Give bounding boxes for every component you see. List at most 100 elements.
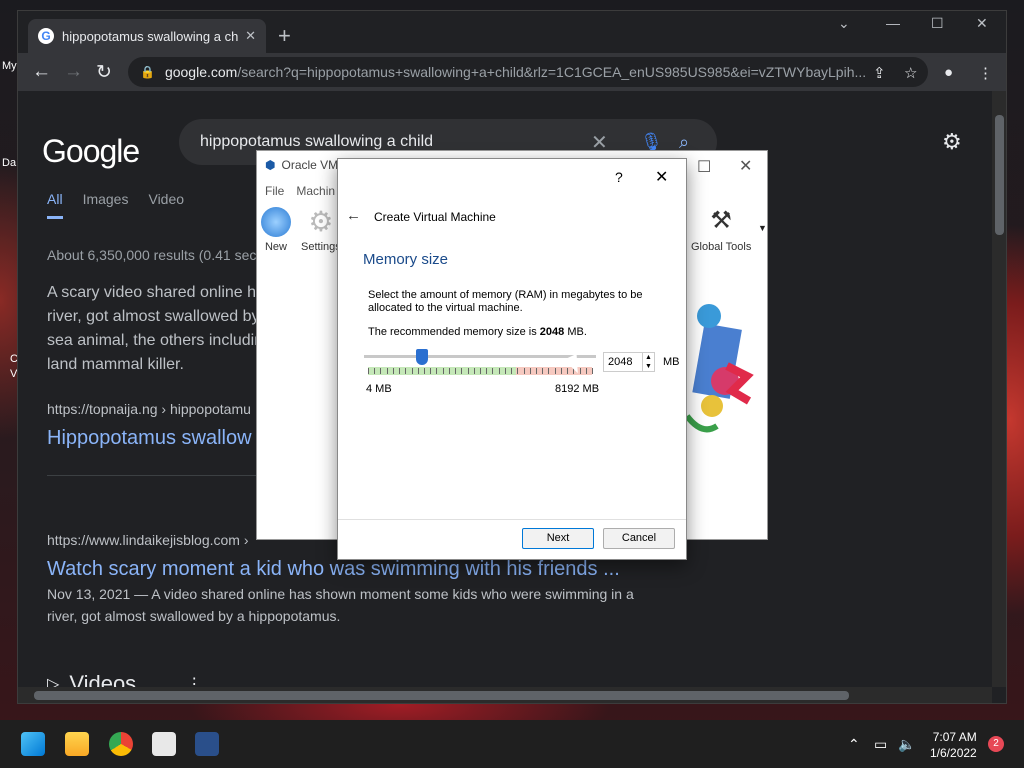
menu-file[interactable]: File [265,184,284,198]
desktop-icon-label[interactable]: My [2,60,17,72]
slider-tick [486,368,488,374]
close-tab-icon[interactable]: ✕ [245,28,256,44]
close-window-button[interactable]: ✕ [739,156,752,176]
slider-tick [554,368,556,374]
slider-tick [504,368,506,374]
settings-label: Settings [301,241,341,253]
new-tab-button[interactable]: + [278,23,291,49]
cancel-button[interactable]: Cancel [603,528,675,549]
global-tools-label: Global Tools [691,241,752,253]
vbox-menubar: File Machin [265,184,335,198]
slider-tick [417,368,419,374]
recommended-prefix: The recommended memory size is [368,326,537,338]
tab-videos[interactable]: Video [148,191,184,219]
slider-tick [386,368,388,374]
slider-tick [455,368,457,374]
spin-arrows[interactable]: ▲ ▼ [642,353,654,371]
chevron-up-icon[interactable]: ⌃ [848,736,860,753]
scrollbar-thumb[interactable] [34,691,849,700]
memory-slider[interactable] [364,355,596,358]
horizontal-scrollbar[interactable] [18,687,992,703]
address-bar[interactable]: 🔒 google.com /search?q=hippopotamus+swal… [128,57,928,87]
notification-badge[interactable]: 2 [988,736,1004,752]
url-path: /search?q=hippopotamus+swallowing+a+chil… [237,64,867,80]
share-icon[interactable]: ⇪ [873,64,886,82]
global-tools-button[interactable]: ⚒ Global Tools [691,205,751,253]
chrome-icon[interactable] [109,732,133,756]
search-tabs: All Images Video [47,191,184,219]
system-clock[interactable]: 7:07 AM 1/6/2022 [930,729,977,761]
chevron-down-icon[interactable]: ▼ [758,223,767,233]
slider-tick [473,368,475,374]
tab-all[interactable]: All [47,191,63,219]
help-button[interactable]: ? [615,169,623,185]
network-icon[interactable]: ▭ [874,736,887,753]
settings-gear-icon: ⚙ [308,206,334,237]
new-vm-icon [261,207,291,237]
tab-search-icon[interactable]: ⌄ [838,15,850,32]
recommended-value: 2048 [539,326,565,338]
slider-tick [442,368,444,374]
result-cite[interactable]: https://topnaija.ng › hippopotamu [47,401,251,417]
settings-gear-icon[interactable]: ⚙ [942,129,962,155]
menu-machine[interactable]: Machin [296,184,335,198]
result-title-link[interactable]: Hippopotamus swallow [47,427,252,450]
slider-tick [368,368,369,374]
tab-strip: G hippopotamus swallowing a chi ✕ + ⌄ — … [18,11,1006,53]
maximize-button[interactable]: ☐ [931,15,944,32]
back-icon[interactable]: ← [32,61,51,83]
slider-tick [492,368,494,374]
volume-icon[interactable]: 🔈 [898,736,915,753]
result-cite[interactable]: https://www.lindaikejisblog.com › [47,532,249,548]
search-query: hippopotamus swallowing a child [200,133,434,150]
slider-scale [368,367,593,375]
menu-kebab-icon[interactable]: ⋮ [978,64,993,82]
desktop-icon-label[interactable]: Da [2,157,16,169]
more-options-icon[interactable]: ⋮ [186,674,202,687]
clock-date: 1/6/2022 [930,746,977,760]
slider-tick [480,368,481,374]
slider-tick [411,368,413,374]
videos-section-heading: ▷ Videos ⋮ [47,671,202,687]
virtualbox-taskbar-icon[interactable] [195,732,219,756]
new-vm-button[interactable]: New [261,207,291,253]
vertical-scrollbar[interactable] [992,91,1006,687]
slider-tick [511,368,513,374]
close-window-button[interactable]: ✕ [976,15,988,32]
slider-tick [374,368,376,374]
slider-tick [436,368,438,374]
browser-tab[interactable]: G hippopotamus swallowing a chi ✕ [28,19,266,53]
minimize-button[interactable]: — [886,15,900,31]
memory-slider-thumb[interactable] [416,349,428,365]
memory-spinbox[interactable]: 2048 ▲ ▼ [603,352,655,372]
profile-icon[interactable]: ● [944,64,953,81]
reload-icon[interactable]: ↻ [96,61,112,84]
result-stats: About 6,350,000 results (0.41 sec [47,247,257,263]
slider-tick [585,368,587,374]
lock-icon[interactable]: 🔒 [140,65,155,79]
instruction-text: Select the amount of memory (RAM) in meg… [368,289,643,314]
result-title-link[interactable]: Watch scary moment a kid who was swimmin… [47,558,620,581]
video-icon: ▷ [47,676,60,687]
google-favicon-icon: G [38,28,54,44]
slider-tick [405,368,407,374]
slider-tick [592,368,593,374]
clock-time: 7:07 AM [932,730,977,744]
bookmark-star-icon[interactable]: ☆ [904,64,917,82]
file-explorer-icon[interactable] [65,732,89,756]
slider-tick [430,368,432,374]
start-windows-icon[interactable] [21,732,45,756]
google-logo[interactable]: Google [42,133,140,170]
scrollbar-thumb[interactable] [995,115,1004,235]
microsoft-store-icon[interactable] [152,732,176,756]
forward-icon[interactable]: → [64,61,83,83]
slider-tick [560,368,562,374]
maximize-button[interactable]: ☐ [697,157,711,177]
tab-images[interactable]: Images [83,191,129,219]
tab-title: hippopotamus swallowing a chi [62,28,240,44]
next-button[interactable]: Next [522,528,594,549]
new-vm-label: New [264,241,287,253]
settings-button[interactable]: ⚙ Settings [301,206,341,254]
back-arrow-icon[interactable]: ← [346,207,361,224]
close-dialog-button[interactable]: ✕ [655,167,668,187]
